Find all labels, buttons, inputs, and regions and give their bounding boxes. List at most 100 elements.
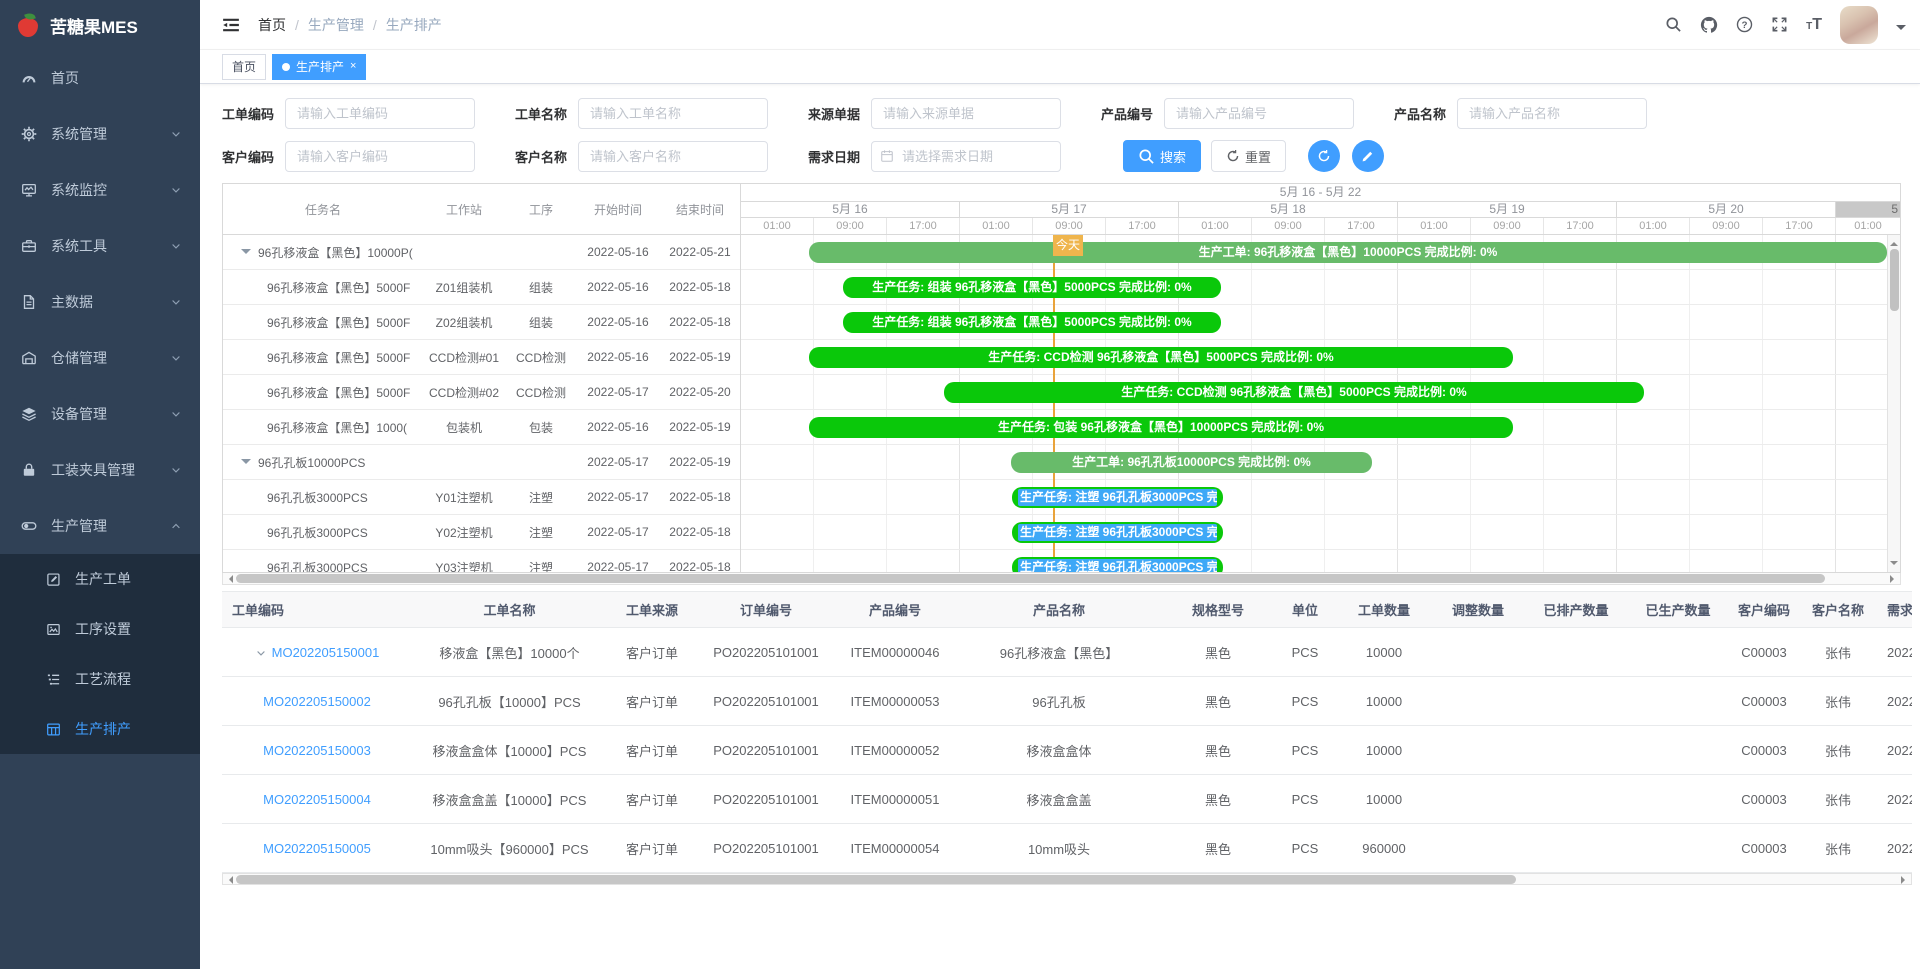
table-header-row: 工单编码工单名称工单来源订单编号产品编号产品名称规格型号单位工单数量调整数量已排… xyxy=(222,592,1912,628)
gantt-task-row[interactable]: 96孔孔板3000PCSY03注塑机注塑2022-05-172022-05-18 xyxy=(223,550,740,572)
gantt-hour-header: 01:00 xyxy=(1617,218,1690,234)
calendar-icon xyxy=(880,149,894,163)
tab-close-icon[interactable]: × xyxy=(350,61,356,72)
table-cell-product_no: ITEM00000052 xyxy=(835,726,955,775)
gantt-hour-header: 01:00 xyxy=(741,218,814,234)
gantt-task-row[interactable]: 96孔移液盒【黑色】1000(包装机包装2022-05-162022-05-19 xyxy=(223,410,740,445)
sidebar-item-process-setup[interactable]: 工序设置 xyxy=(0,604,200,654)
table-column-header: 工单编码 xyxy=(222,592,412,628)
sidebar-item-production-scheduling[interactable]: 生产排产 xyxy=(0,704,200,754)
gantt-task-station: CCD检测#02 xyxy=(423,384,505,401)
search-icon[interactable] xyxy=(1665,16,1682,33)
filter-input[interactable] xyxy=(578,141,768,172)
sidebar-item-warehouse-mgmt[interactable]: 仓储管理 xyxy=(0,330,200,386)
gantt-vscroll-thumb[interactable] xyxy=(1890,249,1899,311)
expand-caret-icon[interactable] xyxy=(241,249,251,259)
sidebar-item-equipment-mgmt[interactable]: 设备管理 xyxy=(0,386,200,442)
gantt-bar-row: 生产任务: 包装 96孔移液盒【黑色】10000PCS 完成比例: 0% xyxy=(741,410,1887,445)
sidebar-item-work-order[interactable]: 生产工单 xyxy=(0,554,200,604)
filter-input[interactable] xyxy=(1164,98,1354,129)
scroll-left-arrow-icon[interactable] xyxy=(225,876,233,884)
gantt-timeline: 5月 16 - 5月 225月 165月 175月 185月 195月 2050… xyxy=(741,184,1900,572)
table-hscroll-thumb[interactable] xyxy=(236,875,1516,884)
sidebar-item-home[interactable]: 首页 xyxy=(0,50,200,106)
fullscreen-icon[interactable] xyxy=(1771,16,1788,33)
gantt-task-row[interactable]: 96孔孔板10000PCS2022-05-172022-05-19 xyxy=(223,445,740,480)
gantt-task-row[interactable]: 96孔孔板3000PCSY02注塑机注塑2022-05-172022-05-18 xyxy=(223,515,740,550)
gantt-task-bar[interactable]: 生产任务: CCD检测 96孔移液盒【黑色】5000PCS 完成比例: 0% xyxy=(944,382,1644,403)
filter-input[interactable] xyxy=(285,98,475,129)
table-cell-cust_code: C00003 xyxy=(1729,726,1799,775)
gantt-task-bar[interactable]: 生产任务: 注塑 96孔孔板3000PCS 完成 xyxy=(1012,487,1223,508)
work-order-link[interactable]: MO202205150003 xyxy=(263,743,371,758)
filter-input[interactable] xyxy=(1457,98,1647,129)
gantt-horizontal-scrollbar[interactable] xyxy=(222,573,1901,585)
reset-button[interactable]: 重置 xyxy=(1211,140,1286,172)
work-order-link[interactable]: MO202205150001 xyxy=(272,645,380,660)
work-order-link[interactable]: MO202205150005 xyxy=(263,841,371,856)
scroll-right-arrow-icon[interactable] xyxy=(1901,876,1909,884)
sidebar-item-fixture-mgmt[interactable]: 工装夹具管理 xyxy=(0,442,200,498)
work-order-link[interactable]: MO202205150002 xyxy=(263,694,371,709)
scroll-right-arrow-icon[interactable] xyxy=(1890,575,1898,583)
app-logo[interactable]: 苦糖果MES xyxy=(0,0,200,50)
scroll-up-arrow-icon[interactable] xyxy=(1890,238,1898,246)
expand-caret-icon[interactable] xyxy=(241,459,251,469)
table-column-header: 工单名称 xyxy=(412,592,607,628)
edit-schedule-button[interactable] xyxy=(1352,140,1384,172)
tab-home[interactable]: 首页 xyxy=(222,54,266,80)
filter-input[interactable] xyxy=(285,141,475,172)
table-cell-prod_qty xyxy=(1627,628,1729,677)
refresh-gantt-button[interactable] xyxy=(1308,140,1340,172)
tab-production-scheduling[interactable]: 生产排产× xyxy=(272,54,366,80)
sidebar-item-system-mgmt[interactable]: 系统管理 xyxy=(0,106,200,162)
gantt-task-row[interactable]: 96孔移液盒【黑色】5000FCCD检测#02CCD检测2022-05-1720… xyxy=(223,375,740,410)
gantt-task-bar[interactable]: 生产任务: 组装 96孔移液盒【黑色】5000PCS 完成比例: 0% xyxy=(843,277,1221,298)
table-cell-adj_qty xyxy=(1431,824,1525,873)
gantt-task-bar[interactable]: 生产任务: 包装 96孔移液盒【黑色】10000PCS 完成比例: 0% xyxy=(809,417,1513,438)
filter-input[interactable] xyxy=(578,98,768,129)
gantt-task-row[interactable]: 96孔移液盒【黑色】5000FZ02组装机组装2022-05-162022-05… xyxy=(223,305,740,340)
user-avatar[interactable] xyxy=(1840,6,1878,44)
gantt-task-bar[interactable]: 生产任务: 组装 96孔移液盒【黑色】5000PCS 完成比例: 0% xyxy=(843,312,1221,333)
help-icon[interactable]: ? xyxy=(1736,16,1753,33)
gantt-task-bar[interactable]: 生产任务: CCD检测 96孔移液盒【黑色】5000PCS 完成比例: 0% xyxy=(809,347,1513,368)
gantt-task-row[interactable]: 96孔移液盒【黑色】5000FZ01组装机组装2022-05-162022-05… xyxy=(223,270,740,305)
sidebar-item-production-mgmt[interactable]: 生产管理 xyxy=(0,498,200,554)
gantt-vertical-scrollbar[interactable] xyxy=(1887,235,1900,572)
sidebar-item-system-tools[interactable]: 系统工具 xyxy=(0,218,200,274)
font-size-icon[interactable]: TT xyxy=(1806,17,1822,33)
table-column-header: 已生产数量 xyxy=(1627,592,1729,628)
gantt-task-end: 2022-05-19 xyxy=(659,420,740,434)
gantt-task-bar[interactable]: 生产任务: 注塑 96孔孔板3000PCS 完成 xyxy=(1012,522,1223,543)
table-cell-sched_qty xyxy=(1525,824,1627,873)
image-icon xyxy=(44,622,62,637)
breadcrumb-item[interactable]: 生产管理 xyxy=(308,15,364,35)
gantt-task-row[interactable]: 96孔移液盒【黑色】10000P(2022-05-162022-05-21 xyxy=(223,235,740,270)
gantt-hscroll-thumb[interactable] xyxy=(236,574,1825,583)
sidebar-item-process-flow[interactable]: 工艺流程 xyxy=(0,654,200,704)
gantt-hour-header: 09:00 xyxy=(1471,218,1544,234)
demand-date-input[interactable] xyxy=(871,141,1061,172)
user-menu-caret-icon[interactable] xyxy=(1896,25,1906,35)
sidebar-item-system-monitor[interactable]: 系统监控 xyxy=(0,162,200,218)
table-horizontal-scrollbar[interactable] xyxy=(222,873,1912,885)
breadcrumb-item[interactable]: 首页 xyxy=(258,15,286,35)
table-row: MO20220515000296孔孔板【10000】PCS客户订单PO20220… xyxy=(222,677,1912,726)
gantt-task-row[interactable]: 96孔移液盒【黑色】5000FCCD检测#01CCD检测2022-05-1620… xyxy=(223,340,740,375)
work-order-link[interactable]: MO202205150004 xyxy=(263,792,371,807)
scroll-down-arrow-icon[interactable] xyxy=(1890,561,1898,569)
filter-input[interactable] xyxy=(871,98,1061,129)
gantt-order-bar[interactable]: 生产工单: 96孔孔板10000PCS 完成比例: 0% xyxy=(1011,452,1372,473)
search-button[interactable]: 搜索 xyxy=(1123,140,1201,172)
gantt-order-bar[interactable]: 生产工单: 96孔移液盒【黑色】10000PCS 完成比例: 0% xyxy=(809,242,1887,263)
dashboard-icon xyxy=(20,70,38,86)
github-icon[interactable] xyxy=(1700,16,1718,34)
gantt-task-bar[interactable]: 生产任务: 注塑 96孔孔板3000PCS 完成 xyxy=(1012,557,1223,572)
sidebar-item-master-data[interactable]: 主数据 xyxy=(0,274,200,330)
gantt-task-row[interactable]: 96孔孔板3000PCSY01注塑机注塑2022-05-172022-05-18 xyxy=(223,480,740,515)
scroll-left-arrow-icon[interactable] xyxy=(225,575,233,583)
row-expand-icon[interactable] xyxy=(255,647,267,659)
tab-label: 首页 xyxy=(232,58,256,75)
sidebar-fold-icon[interactable] xyxy=(222,16,240,34)
